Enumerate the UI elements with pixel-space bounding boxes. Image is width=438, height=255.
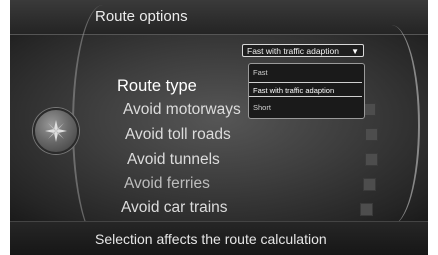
menu-panel: Route type Avoid motorways Avoid toll ro… [10,5,428,245]
route-option-fast[interactable]: Fast [249,65,362,80]
route-type-selected-value: Fast with traffic adaption [247,46,339,56]
menu-item-route-type[interactable]: Route type [117,77,197,96]
decorative-arc-right [363,25,420,225]
header-bar: Route options [10,0,428,35]
route-option-fast-traffic[interactable]: Fast with traffic adaption [249,82,362,97]
menu-item-avoid-car-trains[interactable]: Avoid car trains [121,199,228,217]
menu-item-avoid-ferries[interactable]: Avoid ferries [124,175,210,193]
nav-screen: Route options Route type Avoid motorways… [10,0,428,255]
help-text: Selection affects the route calculation [95,231,327,247]
navigation-knob-icon [33,108,79,154]
route-type-options-popup: Fast Fast with traffic adaption Short [248,63,365,119]
menu-item-avoid-tunnels[interactable]: Avoid tunnels [127,151,220,169]
dropdown-arrow-icon: ▼ [351,47,359,56]
footer-bar: Selection affects the route calculation [10,221,428,255]
avoid-ferries-checkbox[interactable] [363,178,376,191]
avoid-toll-roads-checkbox[interactable] [365,128,378,141]
route-option-short[interactable]: Short [249,100,362,115]
menu-item-avoid-toll-roads[interactable]: Avoid toll roads [125,126,231,144]
avoid-tunnels-checkbox[interactable] [365,153,378,166]
avoid-car-trains-checkbox[interactable] [360,203,373,216]
route-type-dropdown[interactable]: Fast with traffic adaption ▼ [242,44,364,57]
menu-item-avoid-motorways[interactable]: Avoid motorways [123,101,241,119]
